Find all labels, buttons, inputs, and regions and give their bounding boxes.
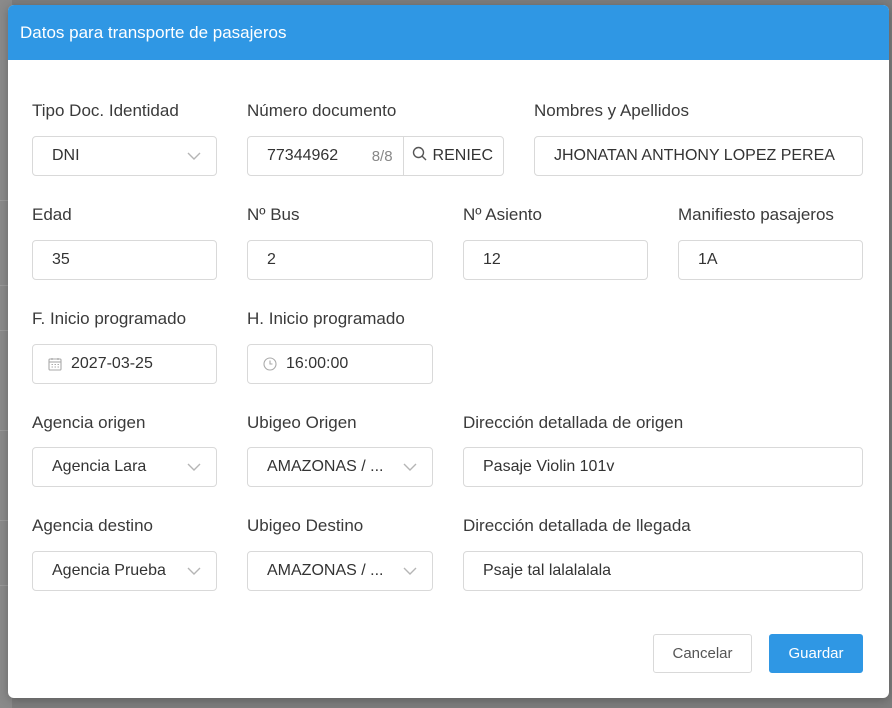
- clock-icon: [262, 356, 278, 372]
- cancel-button[interactable]: Cancelar: [653, 634, 752, 673]
- bus-label: Nº Bus: [247, 205, 300, 224]
- reniec-lookup-button[interactable]: RENIEC: [402, 137, 503, 175]
- reniec-label: RENIEC: [432, 147, 493, 164]
- manifiesto-input[interactable]: 1A: [678, 240, 863, 280]
- hora-inicio-picker[interactable]: 16:00:00: [247, 344, 433, 384]
- dialog-header: Datos para transporte de pasajeros: [8, 5, 889, 60]
- save-button[interactable]: Guardar: [769, 634, 863, 673]
- ubigeo-destino-select[interactable]: AMAZONAS / ...: [247, 551, 433, 591]
- ubigeo-destino-value: AMAZONAS / ...: [267, 562, 384, 579]
- fecha-inicio-value: 2027-03-25: [71, 355, 153, 372]
- tipo-doc-label: Tipo Doc. Identidad: [32, 101, 179, 120]
- agencia-destino-value: Agencia Prueba: [52, 562, 166, 579]
- manifiesto-label: Manifiesto pasajeros: [678, 205, 834, 224]
- direccion-llegada-input[interactable]: Psaje tal lalalalala: [463, 551, 863, 591]
- edad-value: 35: [52, 251, 70, 268]
- chevron-down-icon: [402, 459, 418, 475]
- char-counter: 8/8: [371, 147, 393, 165]
- ubigeo-origen-value: AMAZONAS / ...: [267, 458, 384, 475]
- asiento-value: 12: [483, 251, 501, 268]
- edad-input[interactable]: 35: [32, 240, 217, 280]
- agencia-origen-value: Agencia Lara: [52, 458, 147, 475]
- edad-label: Edad: [32, 205, 72, 224]
- agencia-destino-select[interactable]: Agencia Prueba: [32, 551, 217, 591]
- chevron-down-icon: [186, 563, 202, 579]
- direccion-llegada-value: Psaje tal lalalalala: [483, 562, 612, 579]
- nombres-value: JHONATAN ANTHONY LOPEZ PEREA: [554, 147, 835, 164]
- direccion-origen-input[interactable]: Pasaje Violin 101v: [463, 447, 863, 487]
- ubigeo-origen-select[interactable]: AMAZONAS / ...: [247, 447, 433, 487]
- direccion-llegada-label: Dirección detallada de llegada: [463, 516, 691, 535]
- asiento-input[interactable]: 12: [463, 240, 648, 280]
- manifiesto-value: 1A: [698, 251, 718, 268]
- numero-doc-label: Número documento: [247, 101, 397, 120]
- hora-inicio-value: 16:00:00: [286, 355, 349, 372]
- chevron-down-icon: [402, 563, 418, 579]
- agencia-destino-label: Agencia destino: [32, 516, 153, 535]
- nombres-label: Nombres y Apellidos: [534, 101, 689, 120]
- numero-doc-value: 77344962: [267, 147, 339, 164]
- fecha-inicio-label: F. Inicio programado: [32, 309, 187, 328]
- asiento-label: Nº Asiento: [463, 205, 542, 224]
- nombres-input[interactable]: JHONATAN ANTHONY LOPEZ PEREA: [534, 136, 863, 176]
- passenger-transport-dialog: Datos para transporte de pasajeros Tipo …: [8, 5, 889, 698]
- tipo-doc-select[interactable]: DNI: [32, 136, 217, 176]
- chevron-down-icon: [186, 459, 202, 475]
- ubigeo-origen-label: Ubigeo Origen: [247, 413, 357, 432]
- direccion-origen-label: Dirección detallada de origen: [463, 413, 684, 432]
- search-icon: [412, 146, 427, 166]
- tipo-doc-value: DNI: [52, 147, 80, 164]
- hora-inicio-label: H. Inicio programado: [247, 309, 405, 328]
- direccion-origen-value: Pasaje Violin 101v: [483, 458, 615, 475]
- numero-doc-field[interactable]: 77344962 8/8 RENIEC: [247, 136, 504, 176]
- agencia-origen-label: Agencia origen: [32, 413, 146, 432]
- fecha-inicio-picker[interactable]: 2027-03-25: [32, 344, 217, 384]
- dialog-title: Datos para transporte de pasajeros: [20, 22, 287, 42]
- agencia-origen-select[interactable]: Agencia Lara: [32, 447, 217, 487]
- chevron-down-icon: [186, 148, 202, 164]
- ubigeo-destino-label: Ubigeo Destino: [247, 516, 364, 535]
- bus-value: 2: [267, 251, 276, 268]
- bus-input[interactable]: 2: [247, 240, 433, 280]
- calendar-icon: [47, 356, 63, 372]
